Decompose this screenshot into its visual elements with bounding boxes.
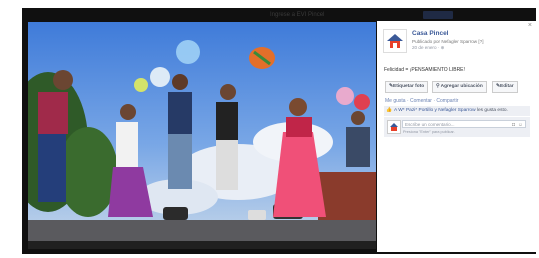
photo-stage[interactable] [28, 22, 376, 249]
photo-details-panel: × Casa Pincel Publicado por Nefagler Spa… [377, 21, 536, 252]
likers-names[interactable]: A W* Pazi* Portillo y Nefagler Sparrow [394, 108, 476, 113]
casa-pincel-small-logo [390, 123, 398, 131]
comment-composer: Escribe un comentario... ◘ ☺ Presiona "E… [384, 117, 530, 137]
emoji-icon[interactable]: ☺ [518, 121, 523, 129]
comment-placeholder: Escribe un comentario... [405, 122, 455, 127]
close-icon[interactable]: × [528, 22, 532, 29]
photo-image [28, 22, 376, 249]
commenter-avatar [387, 120, 401, 134]
tag-photo-button[interactable]: ✎Etiquetar foto [385, 81, 429, 93]
published-by-text: Publicado por Nefagler Sparrow [?] [412, 39, 484, 44]
edit-button[interactable]: ✎Editar [492, 81, 518, 93]
photo-caption: Felicidad = ¡PENSAMIENTO LIBRE! [384, 67, 465, 73]
comment-hint: Presiona "Enter" para publicar. [403, 130, 455, 134]
like-thumb-icon: 👍 [386, 108, 392, 113]
camera-icon[interactable]: ◘ [512, 121, 515, 129]
likes-summary: 👍 A W* Pazi* Portillo y Nefagler Sparrow … [384, 106, 530, 116]
page-avatar[interactable] [383, 29, 407, 53]
background-search-text: Ingrese a EVI Pincel [270, 12, 325, 18]
background-top-bar: Ingrese a EVI Pincel [28, 9, 530, 21]
background-user-button [423, 11, 453, 19]
page-name-link[interactable]: Casa Pincel [412, 30, 449, 37]
add-location-button[interactable]: ⚲ Agregar ubicación [432, 81, 487, 93]
comment-input[interactable]: Escribe un comentario... ◘ ☺ [402, 120, 526, 128]
post-date[interactable]: 20 de enero · ⊕ [412, 45, 444, 51]
casa-pincel-logo [387, 34, 403, 48]
post-actions-links[interactable]: Me gusta · Comentar · Compartir [385, 98, 458, 104]
likes-suffix: les gusta esto. [475, 108, 508, 113]
